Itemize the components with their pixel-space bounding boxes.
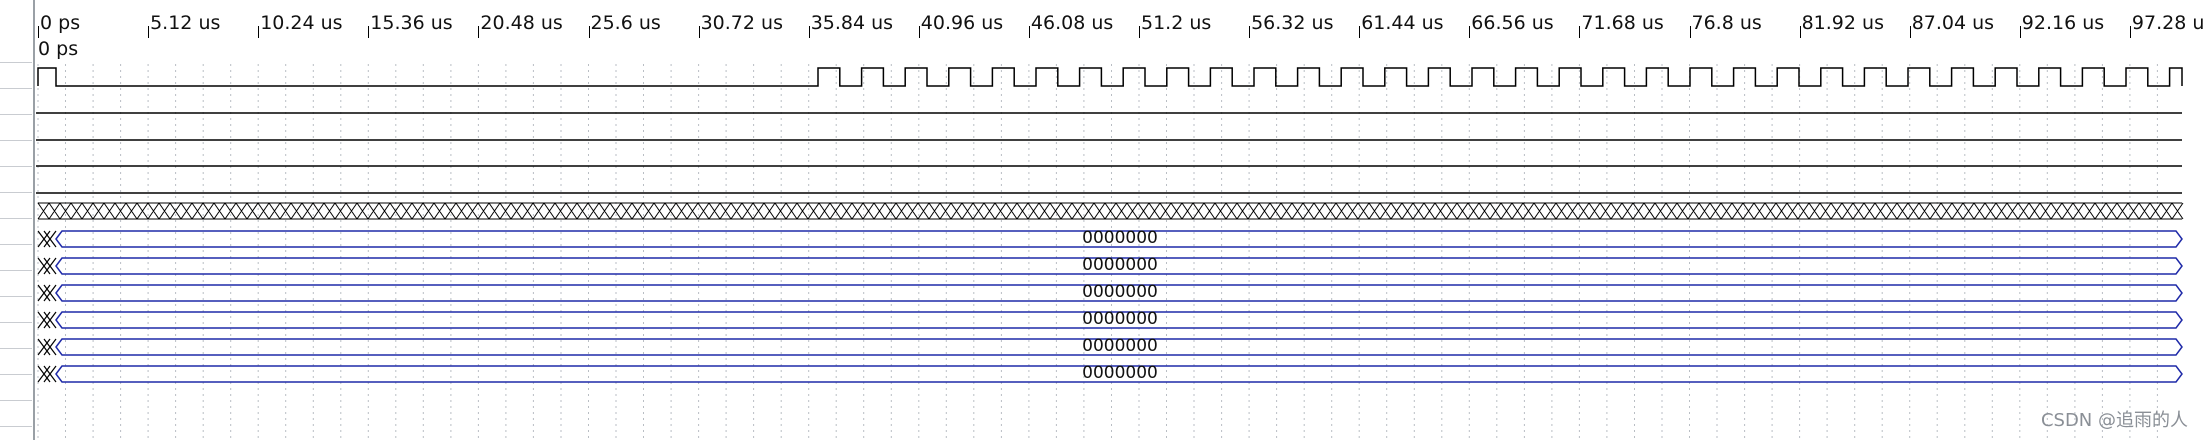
bus-transition xyxy=(37,230,57,248)
bus-value-label: 0000000 xyxy=(1082,309,1158,329)
bus-value-label: 0000000 xyxy=(1082,255,1158,275)
bus-transition xyxy=(37,257,57,275)
bus-value-label: 0000000 xyxy=(1082,363,1158,383)
clock-waveform xyxy=(37,67,2183,87)
bus-value-label: 0000000 xyxy=(1082,282,1158,302)
unknown-bus-waveform xyxy=(37,202,2184,220)
bus-transition xyxy=(37,311,57,329)
bus-transition xyxy=(37,284,57,302)
bus-transition xyxy=(37,365,57,383)
bus-value-label: 0000000 xyxy=(1082,336,1158,356)
watermark-text: CSDN @追雨的人 xyxy=(2040,410,2188,431)
bus-transition xyxy=(37,338,57,356)
bus-value-label: 0000000 xyxy=(1082,228,1158,248)
